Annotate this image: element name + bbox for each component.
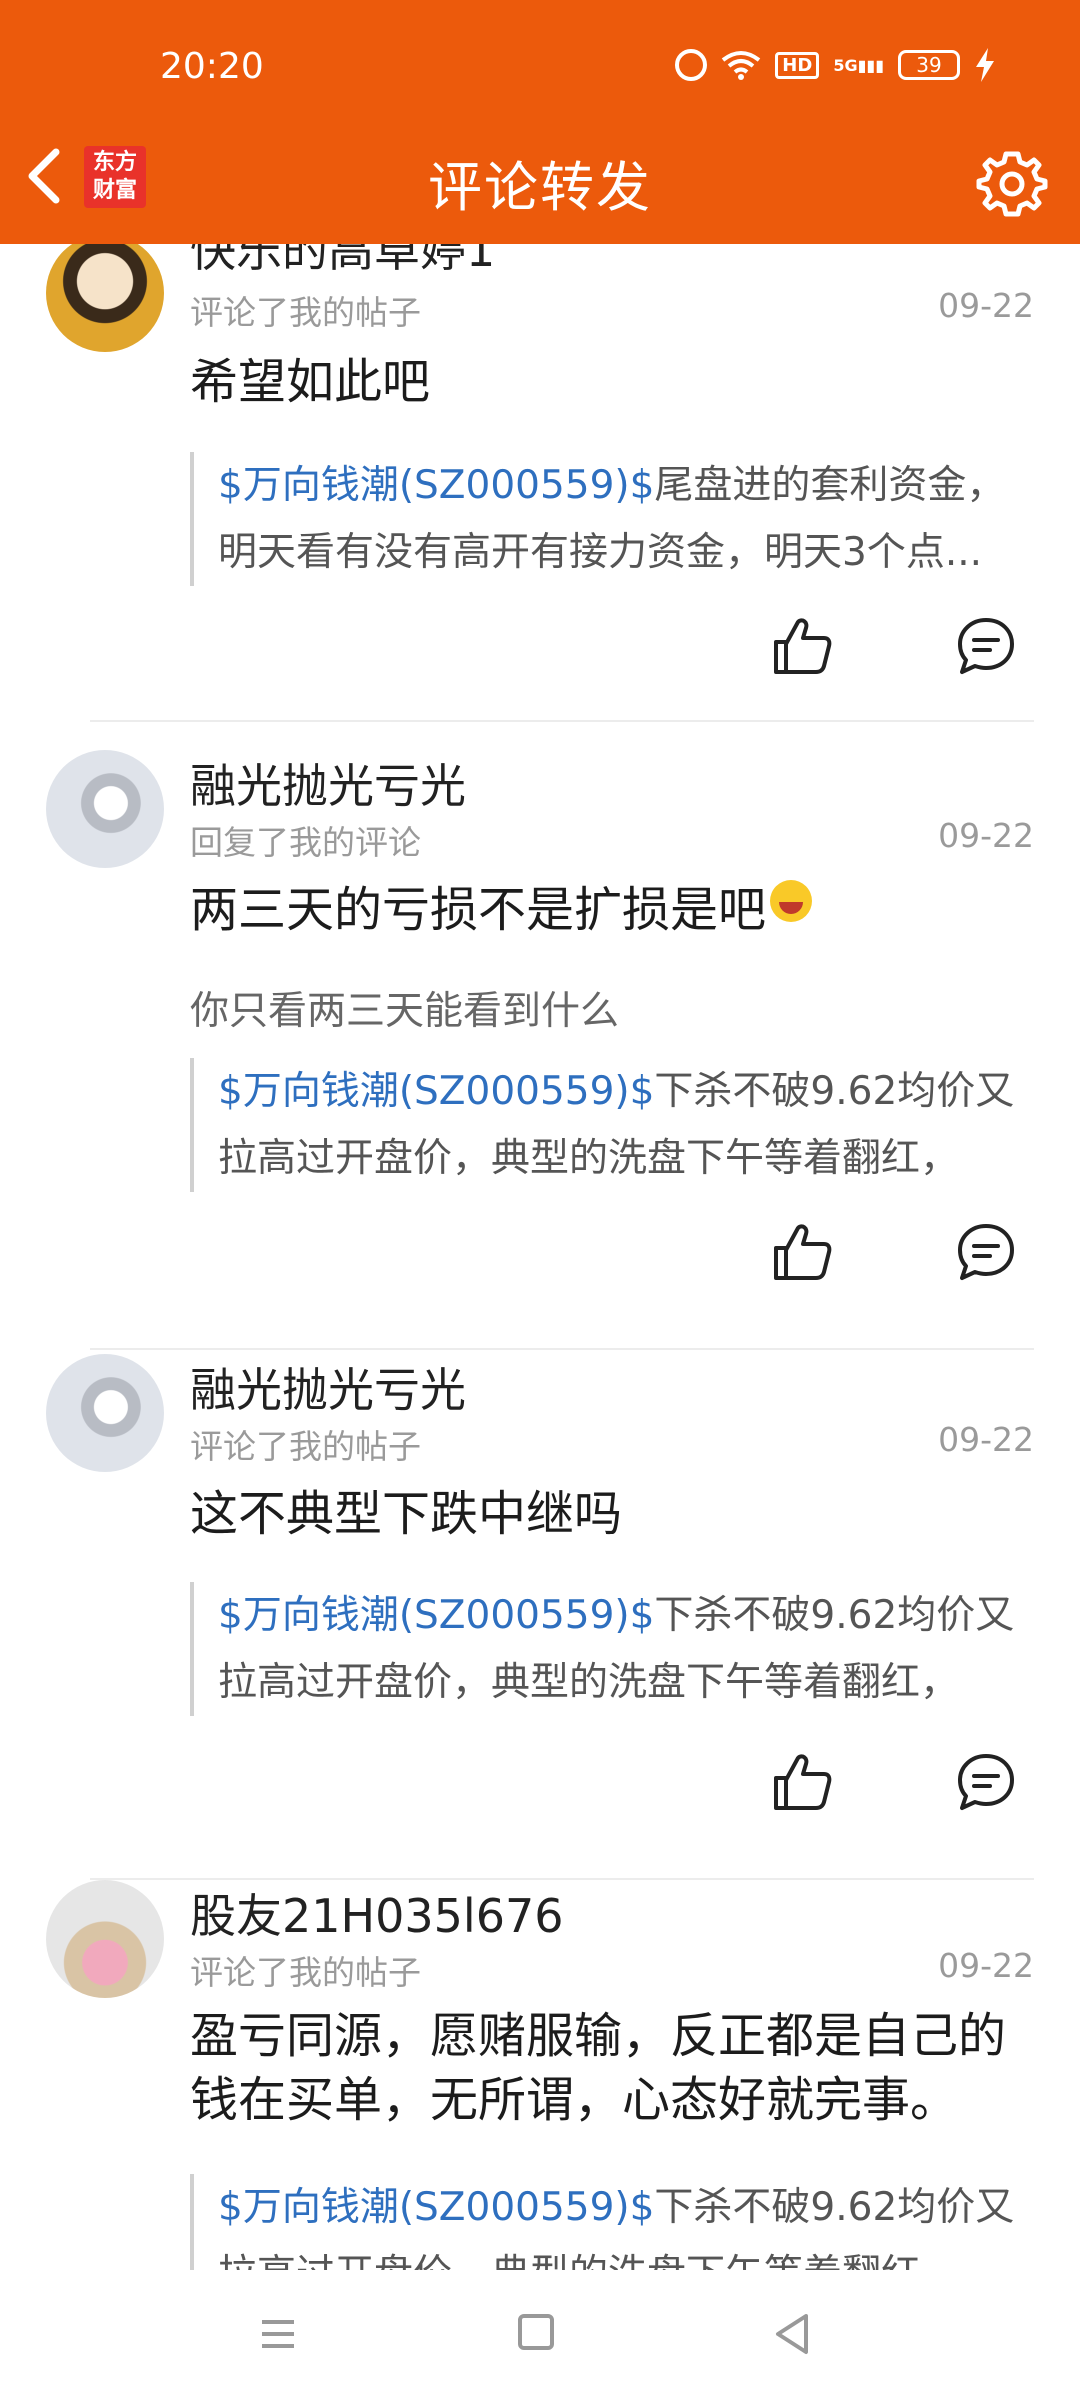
settings-gear-icon[interactable] xyxy=(976,148,1048,220)
nav-back-icon[interactable] xyxy=(772,2312,812,2356)
avatar[interactable] xyxy=(46,244,164,352)
reply-text: 你只看两三天能看到什么 xyxy=(190,989,620,1034)
page-title: 评论转发 xyxy=(428,156,652,219)
comment-text-content: 两三天的亏损不是扩损是吧 xyxy=(190,882,767,938)
quote-line2: 拉高过开盘价，典型的洗盘下午等着翻红， xyxy=(218,1660,960,1705)
comment-feed[interactable]: 快乐的高卓婷1 评论了我的帖子 09-22 希望如此吧 $万向钱潮(SZ0005… xyxy=(0,244,1080,2270)
quoted-post[interactable]: $万向钱潮(SZ000559)$下杀不破9.62均价又 拉高过开盘价，典型的洗盘… xyxy=(190,1058,1064,1192)
quoted-post[interactable]: $万向钱潮(SZ000559)$下杀不破9.62均价又 拉高过开盘价，典型的洗盘… xyxy=(190,2174,1064,2270)
quote-text: 下杀不破9.62均价又 xyxy=(654,2185,1015,2230)
quote-text: 下杀不破9.62均价又 xyxy=(654,1593,1015,1638)
hd-badge: HD xyxy=(775,51,820,79)
action-text: 回复了我的评论 xyxy=(190,823,421,862)
wifi-icon xyxy=(722,51,761,80)
stock-link[interactable]: $万向钱潮(SZ000559)$ xyxy=(218,463,654,508)
alarm-icon xyxy=(675,49,708,81)
home-icon[interactable] xyxy=(518,2314,554,2350)
date: 09-22 xyxy=(938,286,1034,325)
avatar[interactable] xyxy=(46,1354,164,1472)
quote-line2: 拉高过开盘价，典型的洗盘下午等着翻红， xyxy=(218,1136,960,1181)
app-header: 20:20 HD 5G▮▮▮ 39 东方 财富 评论转发 xyxy=(0,0,1080,244)
quoted-post[interactable]: $万向钱潮(SZ000559)$尾盘进的套利资金， 明天看有没有高开有接力资金，… xyxy=(190,452,1064,586)
stock-link[interactable]: $万向钱潮(SZ000559)$ xyxy=(218,2185,654,2230)
comment-bubble-icon[interactable] xyxy=(954,1750,1018,1814)
battery-icon: 39 xyxy=(898,50,960,80)
comment-text: 这不典型下跌中继吗 xyxy=(190,1486,623,1542)
date: 09-22 xyxy=(938,1420,1034,1459)
author-name[interactable]: 快乐的高卓婷1 xyxy=(190,244,495,280)
action-text: 评论了我的帖子 xyxy=(190,1953,421,1992)
divider xyxy=(90,720,1034,722)
signal-label: 5G xyxy=(833,55,858,75)
recent-apps-icon[interactable] xyxy=(258,2314,298,2354)
date: 09-22 xyxy=(938,1946,1034,1985)
author-name[interactable]: 股友21H035l676 xyxy=(190,1880,564,1946)
action-text: 评论了我的帖子 xyxy=(190,1427,421,1466)
stock-link[interactable]: $万向钱潮(SZ000559)$ xyxy=(218,1069,654,1114)
system-nav-bar xyxy=(0,2270,1080,2400)
quote-line2: 拉高过开盘价，典型的洗盘下午等着翻红， xyxy=(218,2241,1064,2270)
author-name[interactable]: 融光抛光亏光 xyxy=(190,750,466,816)
comment-text: 两三天的亏损不是扩损是吧 xyxy=(190,878,1050,942)
thumbs-up-icon[interactable] xyxy=(770,1220,834,1284)
stock-link[interactable]: $万向钱潮(SZ000559)$ xyxy=(218,1593,654,1638)
quote-line2: 明天看有没有高开有接力资金，明天3个点... xyxy=(218,530,983,575)
thumbs-up-icon[interactable] xyxy=(770,1750,834,1814)
charging-icon xyxy=(976,48,994,82)
comment-text: 盈亏同源，愿赌服输，反正都是自己的钱在买单，无所谓，心态好就完事。 xyxy=(190,2008,1007,2128)
thumbs-up-icon[interactable] xyxy=(770,614,834,678)
comment-bubble-icon[interactable] xyxy=(954,1220,1018,1284)
author-name[interactable]: 融光抛光亏光 xyxy=(190,1354,466,1420)
laughing-emoji-icon xyxy=(770,880,813,922)
comment-text: 希望如此吧 xyxy=(190,354,431,410)
status-icons: HD 5G▮▮▮ 39 xyxy=(675,48,996,82)
avatar[interactable] xyxy=(46,1880,164,1998)
quoted-post[interactable]: $万向钱潮(SZ000559)$下杀不破9.62均价又 拉高过开盘价，典型的洗盘… xyxy=(190,1582,1064,1716)
avatar[interactable] xyxy=(46,750,164,868)
divider xyxy=(90,1348,1034,1350)
date: 09-22 xyxy=(938,816,1034,855)
comment-bubble-icon[interactable] xyxy=(954,614,1018,678)
quote-text: 下杀不破9.62均价又 xyxy=(654,1069,1015,1114)
action-text: 评论了我的帖子 xyxy=(190,293,421,332)
quote-text: 尾盘进的套利资金， xyxy=(654,463,1006,508)
signal-icon: 5G▮▮▮ xyxy=(833,55,884,75)
status-time: 20:20 xyxy=(160,46,264,87)
